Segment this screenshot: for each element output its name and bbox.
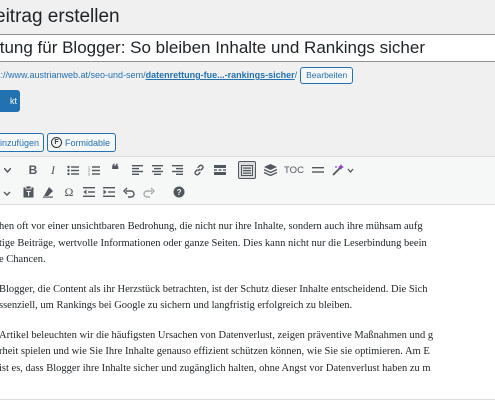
formidable-button-label: Formidable bbox=[65, 137, 111, 148]
content-line: tige Beiträge, wertvolle Informationen o… bbox=[0, 238, 427, 249]
bold-button[interactable]: B bbox=[24, 159, 42, 181]
content-line: Blogger, die Content als ihr Herzstück b… bbox=[0, 284, 428, 295]
indent-icon[interactable] bbox=[101, 181, 117, 203]
svg-text:3: 3 bbox=[88, 172, 90, 176]
text-color-icon[interactable] bbox=[0, 181, 14, 203]
content-line: hen oft vor einer unsichtbaren Bedrohung… bbox=[0, 221, 423, 232]
link-icon[interactable] bbox=[190, 159, 208, 181]
page-title: eitrag erstellen bbox=[0, 6, 120, 27]
add-media-label: kt bbox=[9, 96, 17, 106]
toolbar-toggle-icon[interactable] bbox=[238, 161, 256, 179]
add-media-button[interactable]: kt bbox=[0, 90, 20, 112]
special-character-icon[interactable]: Ω bbox=[61, 181, 77, 203]
italic-button[interactable]: I bbox=[44, 159, 62, 181]
outdent-icon[interactable] bbox=[81, 181, 97, 203]
clear-formatting-icon[interactable] bbox=[40, 181, 56, 203]
permalink-edit-button[interactable]: Bearbeiten bbox=[300, 66, 354, 84]
formidable-icon: F bbox=[51, 137, 62, 148]
formidable-button[interactable]: F Formidable bbox=[47, 133, 117, 152]
toc-button[interactable]: TOC bbox=[283, 159, 305, 181]
layers-icon[interactable] bbox=[261, 159, 279, 181]
permalink-slug[interactable]: datenrettung-fue...-rankings-sicher bbox=[146, 70, 295, 80]
permalink-row: s://www.austrianweb.at/seo-und-sem/daten… bbox=[0, 66, 354, 84]
svg-text:?: ? bbox=[177, 188, 182, 197]
align-center-icon[interactable] bbox=[148, 159, 166, 181]
insert-button-label: inzufügen bbox=[0, 137, 40, 148]
content-line: Artikel beleuchten wir die häufigsten Ur… bbox=[0, 330, 434, 341]
horizontal-line-icon[interactable] bbox=[309, 159, 327, 181]
post-editor: B I 123 ❝ TOC T Ω ? hen oft vor einer un… bbox=[0, 156, 495, 400]
redo-icon[interactable] bbox=[141, 181, 157, 203]
content-line: e Chancen. bbox=[0, 254, 46, 265]
blockquote-icon[interactable]: ❝ bbox=[106, 159, 124, 181]
content-line: rheit spielen und wie Sie Ihre Inhalte g… bbox=[0, 346, 430, 357]
post-title-field[interactable] bbox=[0, 34, 495, 62]
magic-wand-icon[interactable] bbox=[330, 159, 356, 181]
content-line: ist es, dass Blogger ihre Inhalte sicher… bbox=[0, 363, 431, 374]
format-select-chevron-icon[interactable] bbox=[0, 159, 14, 181]
svg-text:T: T bbox=[26, 191, 31, 198]
numbered-list-icon[interactable]: 123 bbox=[85, 159, 103, 181]
editor-toolbar: B I 123 ❝ TOC T Ω ? bbox=[0, 157, 495, 205]
align-left-icon[interactable] bbox=[128, 159, 146, 181]
post-title-input[interactable] bbox=[0, 35, 491, 61]
insert-button[interactable]: inzufügen bbox=[0, 133, 45, 152]
align-right-icon[interactable] bbox=[168, 159, 186, 181]
read-more-icon[interactable] bbox=[211, 159, 229, 181]
permalink-url[interactable]: s://www.austrianweb.at/seo-und-sem/daten… bbox=[0, 70, 297, 80]
page-heading: eitrag erstellen bbox=[0, 0, 120, 34]
toolbar-row-2: T Ω ? bbox=[0, 181, 495, 203]
content-line: ssenziell, um Rankings bei Google zu sic… bbox=[0, 300, 353, 311]
toolbar-row-1: B I 123 ❝ TOC bbox=[0, 159, 495, 181]
bullet-list-icon[interactable] bbox=[64, 159, 82, 181]
help-icon[interactable]: ? bbox=[171, 181, 187, 203]
undo-icon[interactable] bbox=[121, 181, 137, 203]
paste-text-icon[interactable]: T bbox=[20, 181, 36, 203]
